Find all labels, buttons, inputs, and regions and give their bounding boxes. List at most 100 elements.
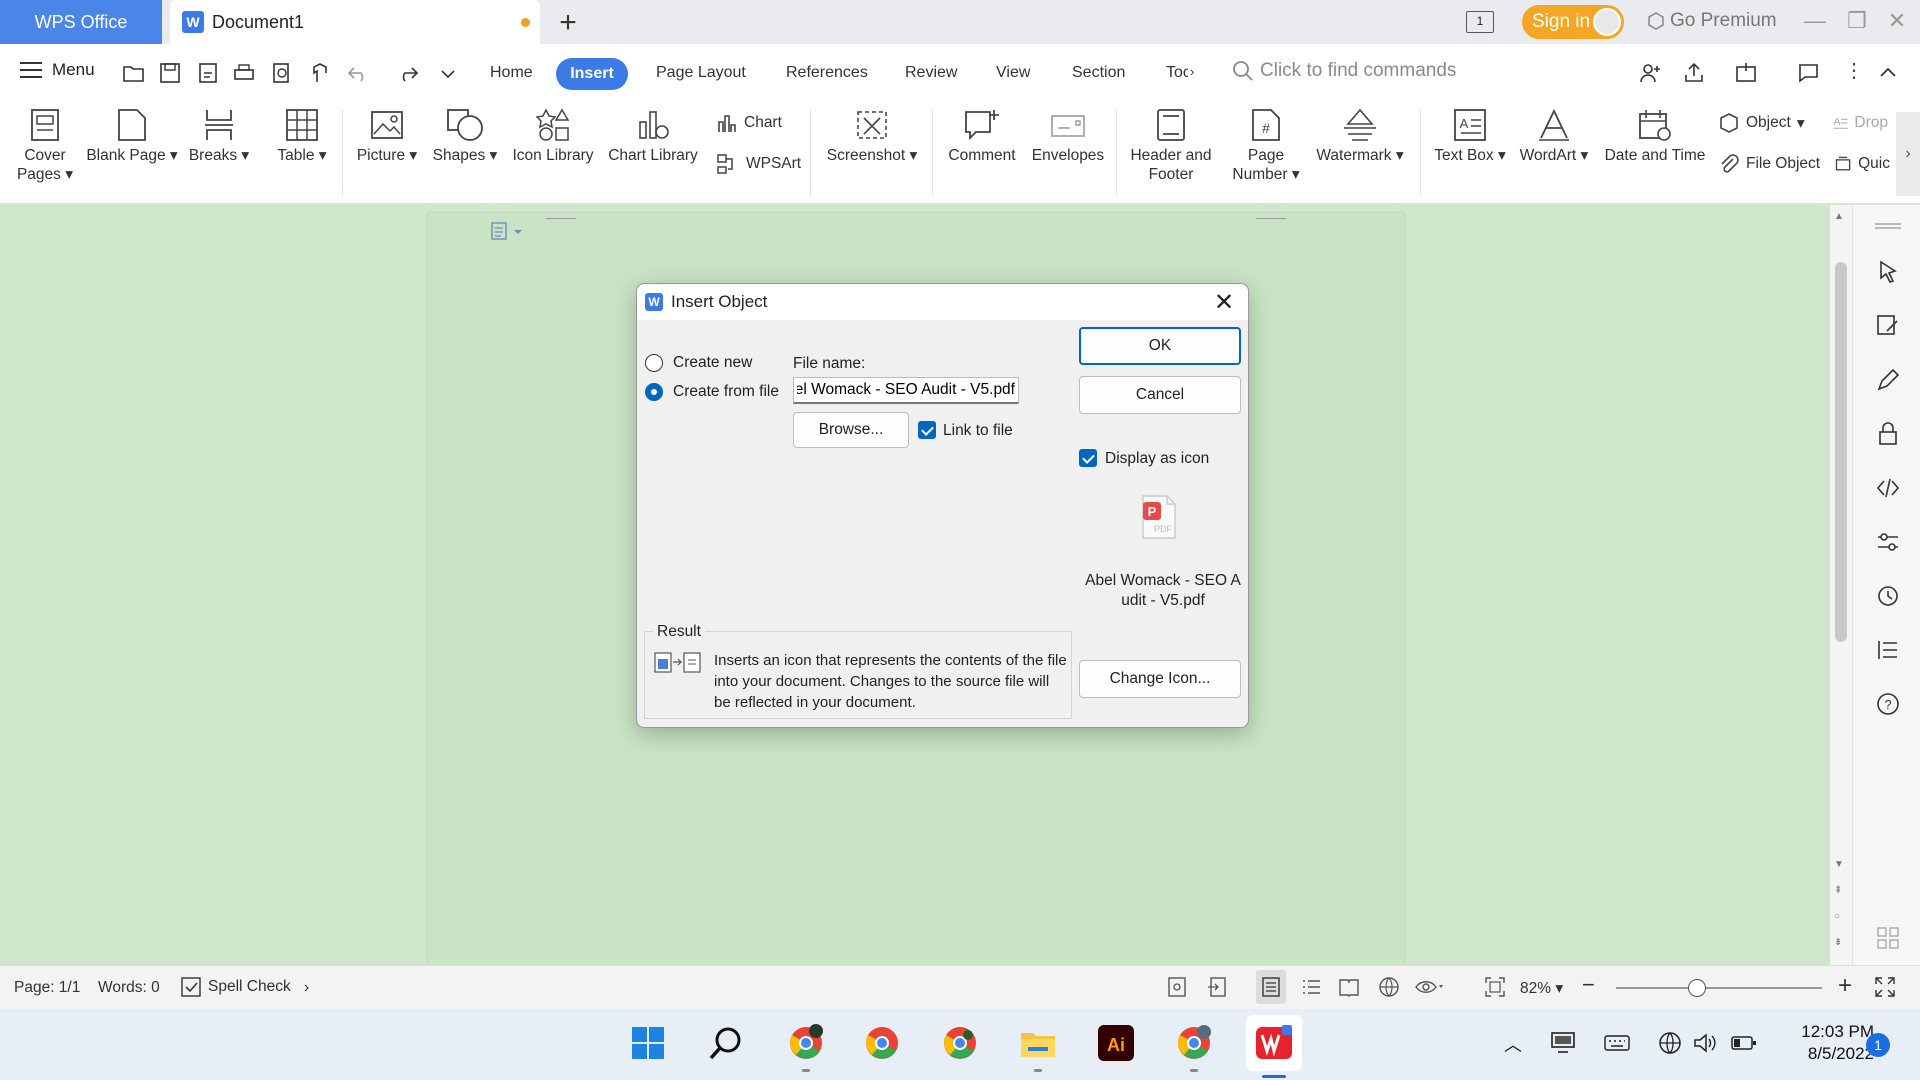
export-pdf-icon[interactable] [196, 61, 220, 85]
apps-grid-icon[interactable] [1875, 925, 1901, 951]
sidebar-handle[interactable] [1875, 223, 1901, 229]
zoom-slider[interactable] [1616, 987, 1822, 989]
breaks-button[interactable]: Breaks ▾ [186, 108, 252, 165]
ok-button[interactable]: OK [1079, 327, 1241, 365]
text-box-button[interactable]: A Text Box ▾ [1428, 108, 1512, 165]
zoom-out-button[interactable]: − [1582, 972, 1595, 998]
close-icon[interactable]: ✕ [1210, 288, 1238, 317]
previous-page-icon[interactable]: ⇞ [1834, 885, 1842, 896]
tab-review[interactable]: Review [905, 64, 957, 82]
share-user-icon[interactable] [1638, 61, 1662, 85]
keyboard-icon[interactable] [1604, 1033, 1630, 1053]
window-panes-button[interactable]: 1 [1466, 11, 1494, 33]
minimize-button[interactable]: — [1800, 8, 1830, 34]
export-icon[interactable] [1734, 61, 1758, 85]
redo-icon[interactable] [396, 61, 420, 85]
chrome-profile-2-icon[interactable] [862, 1023, 902, 1063]
wps-writer-taskbar-button[interactable] [1246, 1015, 1302, 1071]
reading-mode-icon[interactable] [1338, 976, 1360, 998]
display-as-icon-label[interactable]: Display as icon [1105, 450, 1209, 468]
zoom-level-button[interactable]: 82% ▾ [1520, 979, 1563, 998]
go-premium-button[interactable]: Go Premium [1646, 10, 1777, 32]
dialog-title-bar[interactable]: W Insert Object ✕ [637, 284, 1248, 320]
web-layout-icon[interactable] [1378, 976, 1400, 998]
drop-cap-button[interactable]: A Drop [1832, 112, 1888, 134]
undo-icon[interactable] [346, 61, 370, 85]
create-from-file-radio[interactable] [645, 383, 663, 401]
file-explorer-icon[interactable] [1018, 1023, 1058, 1063]
zoom-slider-handle[interactable] [1688, 979, 1706, 997]
picture-button[interactable]: Picture ▾ [352, 108, 422, 165]
format-painter-icon[interactable] [308, 61, 332, 85]
file-object-button[interactable]: File Object [1718, 153, 1820, 175]
word-count[interactable]: Words: 0 [98, 979, 160, 997]
collapse-ribbon-icon[interactable] [1876, 61, 1900, 85]
wpsart-button[interactable]: WPSArt [716, 153, 801, 175]
object-button[interactable]: Object ▾ [1718, 112, 1805, 134]
tab-home[interactable]: Home [490, 64, 533, 82]
network-globe-icon[interactable] [1658, 1031, 1682, 1055]
clock[interactable]: 12:03 PM 8/5/2022 [1770, 1021, 1874, 1065]
sign-in-button[interactable]: Sign in [1522, 5, 1624, 39]
help-icon[interactable]: ? [1875, 691, 1901, 717]
lock-icon[interactable] [1875, 421, 1901, 447]
customize-toolbar-icon[interactable] [436, 61, 460, 85]
date-time-button[interactable]: Date and Time [1600, 108, 1710, 165]
windows-start-icon[interactable] [628, 1023, 668, 1063]
quick-parts-button[interactable]: Quic [1834, 153, 1890, 175]
create-from-file-label[interactable]: Create from file [673, 383, 779, 401]
page-indicator[interactable]: Page: 1/1 [14, 979, 80, 997]
chrome-profile-4-icon[interactable] [1174, 1023, 1214, 1063]
more-options-icon[interactable]: ⋮ [1844, 58, 1864, 83]
paragraph-options-icon[interactable] [490, 221, 530, 241]
browse-object-icon[interactable]: ○ [1834, 911, 1840, 922]
edit-document-icon[interactable] [1875, 313, 1901, 339]
cancel-button[interactable]: Cancel [1079, 376, 1241, 414]
chrome-icon[interactable] [786, 1023, 826, 1063]
tab-toc[interactable]: Toc [1166, 64, 1188, 82]
zoom-in-button[interactable]: + [1838, 972, 1852, 1000]
spell-check-button[interactable]: Spell Check [180, 976, 291, 998]
tab-section[interactable]: Section [1072, 64, 1125, 82]
scroll-down-icon[interactable]: ▼ [1834, 859, 1844, 870]
tab-view[interactable]: View [996, 64, 1030, 82]
comment-button[interactable]: Comment [942, 108, 1022, 165]
show-hidden-icons-chevron-icon[interactable]: ︿ [1504, 1031, 1522, 1057]
history-icon[interactable] [1875, 583, 1901, 609]
cover-pages-button[interactable]: Cover Pages ▾ [14, 108, 76, 184]
scrollbar-thumb[interactable] [1835, 262, 1847, 642]
scroll-top-icon[interactable]: ▲ [1834, 211, 1844, 222]
wordart-button[interactable]: WordArt ▾ [1514, 108, 1594, 165]
tab-references[interactable]: References [786, 64, 868, 82]
blank-page-button[interactable]: Blank Page ▾ [86, 108, 178, 165]
chart-button[interactable]: Chart [716, 112, 782, 134]
volume-icon[interactable] [1692, 1031, 1718, 1055]
chart-library-button[interactable]: Chart Library [606, 108, 700, 165]
document-protection-icon[interactable] [1166, 976, 1188, 998]
print-preview-icon[interactable] [270, 61, 294, 85]
link-to-file-label[interactable]: Link to file [943, 422, 1013, 440]
open-folder-icon[interactable] [122, 61, 146, 85]
navigation-pane-icon[interactable] [1875, 637, 1901, 663]
notification-badge[interactable]: 1 [1866, 1033, 1890, 1057]
screenshot-button[interactable]: Screenshot ▾ [820, 108, 924, 165]
status-more-chevron-icon[interactable]: › [304, 979, 309, 997]
eye-protection-icon[interactable] [1414, 976, 1444, 998]
envelopes-button[interactable]: Envelopes [1028, 108, 1108, 165]
more-tabs-chevron-icon[interactable]: › [1190, 64, 1194, 79]
display-icon[interactable] [1550, 1031, 1576, 1055]
print-layout-view-button[interactable] [1256, 970, 1286, 1004]
outline-view-icon[interactable] [1300, 976, 1322, 998]
print-icon[interactable] [232, 61, 256, 85]
table-button[interactable]: Table ▾ [270, 108, 334, 165]
ribbon-scroll-right-icon[interactable]: › [1896, 112, 1920, 196]
find-commands-search[interactable]: Click to find commands [1232, 60, 1456, 82]
close-window-button[interactable]: ✕ [1882, 8, 1912, 34]
page-number-button[interactable]: # Page Number ▾ [1228, 108, 1304, 184]
fullscreen-icon[interactable] [1874, 976, 1896, 998]
tab-page-layout[interactable]: Page Layout [656, 64, 746, 82]
shapes-button[interactable]: Shapes ▾ [430, 108, 500, 165]
new-tab-button[interactable]: + [554, 6, 582, 40]
search-icon[interactable] [706, 1023, 746, 1063]
tab-insert[interactable]: Insert [556, 58, 628, 90]
